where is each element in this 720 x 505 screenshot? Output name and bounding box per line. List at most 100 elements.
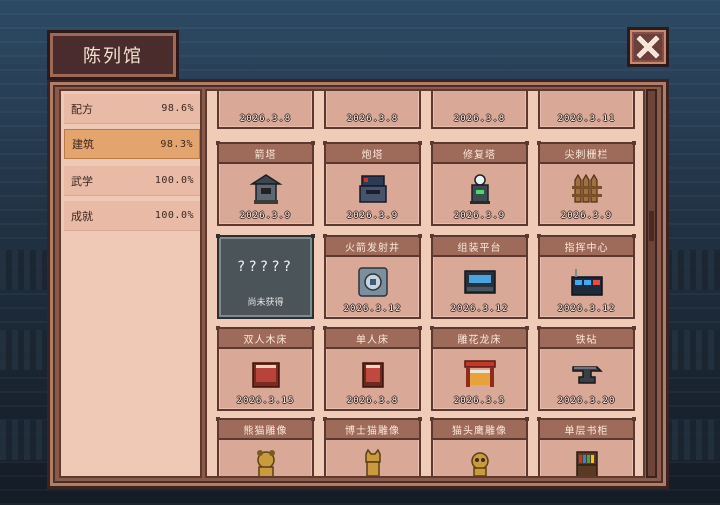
category-percent: 100.0% (154, 175, 194, 186)
card-title: 雕花龙床 (457, 334, 502, 346)
collection-grid: 2026.3.8 2026.3.8 2026.3.8 2026.3.11 箭塔 … (205, 89, 645, 478)
doctor-cat-statue-icon (364, 448, 381, 476)
card-header: 博士猫雕像 (326, 420, 419, 440)
card-date: 2026.3.12 (450, 304, 509, 314)
arrow-tower-icon (248, 174, 283, 204)
card-title: 铁砧 (575, 334, 598, 346)
collection-card[interactable]: 单层书柜 (537, 417, 636, 476)
card-header: 修复塔 (433, 144, 526, 164)
card-header: 组装平台 (433, 237, 526, 257)
card-title: 单层书柜 (564, 425, 609, 437)
card-header: 单层书柜 (540, 420, 633, 440)
collection-card[interactable]: 组装平台 2026.3.12 (430, 234, 529, 319)
card-date: 2026.3.8 (346, 114, 399, 124)
card-header: 猫头鹰雕像 (433, 420, 526, 440)
collection-card[interactable]: 指挥中心 2026.3.12 (537, 234, 636, 319)
card-header: 雕花龙床 (433, 329, 526, 349)
card-header: 尖刺栅栏 (540, 144, 633, 164)
card-title: 博士猫雕像 (345, 425, 400, 437)
window-title: 陈列馆 (83, 46, 143, 67)
grid-scrollbar[interactable] (646, 89, 657, 478)
card-date: 2026.3.12 (343, 304, 402, 314)
category-label: 成就 (71, 209, 93, 223)
category-label: 建筑 (72, 138, 94, 151)
collection-card[interactable]: 雕花龙床 2026.3.5 (430, 326, 529, 411)
category-label: 武学 (71, 174, 93, 188)
dragon-bed-icon (463, 360, 496, 387)
card-date: 2026.3.9 (453, 211, 506, 221)
collection-card[interactable]: 2026.3.11 (538, 91, 635, 129)
category-label: 配方 (71, 102, 93, 116)
category-achievements[interactable]: 成就 100.0% (64, 201, 200, 231)
card-header: 指挥中心 (540, 237, 633, 257)
window-title-tab: 陈列馆 (47, 30, 179, 80)
category-recipes[interactable]: 配方 98.6% (64, 94, 200, 124)
double-wood-bed-icon (251, 362, 280, 388)
collection-card[interactable]: 单人床 2026.3.8 (323, 326, 422, 411)
locked-status: 尚未获得 (247, 298, 284, 308)
collection-card[interactable]: 尖刺栅栏 2026.3.9 (537, 141, 636, 226)
collection-card[interactable]: 双人木床 2026.3.15 (216, 326, 315, 411)
card-title: 单人床 (356, 334, 389, 346)
collection-card[interactable]: 2026.3.8 (217, 91, 314, 129)
close-button[interactable] (627, 27, 669, 67)
panda-statue-icon (256, 450, 275, 476)
card-title: 双人木床 (243, 334, 288, 346)
collection-card[interactable]: 熊猫雕像 (216, 417, 315, 476)
category-sidebar: 配方 98.6% 建筑 98.3% 武学 100.0% 成就 100.0% (59, 89, 202, 478)
owl-statue-icon (470, 452, 489, 476)
card-title: 火箭发射井 (345, 242, 400, 254)
card-date: 2026.3.20 (557, 396, 616, 406)
collection-card[interactable]: 箭塔 2026.3.9 (216, 141, 315, 226)
card-title: 指挥中心 (564, 242, 609, 254)
collection-card[interactable]: 2026.3.8 (324, 91, 421, 129)
card-title: 组装平台 (457, 242, 502, 254)
category-buildings[interactable]: 建筑 98.3% (64, 129, 200, 159)
cannon-tower-icon (358, 175, 387, 203)
category-percent: 100.0% (154, 210, 194, 221)
card-header: 铁砧 (540, 329, 633, 349)
collection-card[interactable]: 猫头鹰雕像 (430, 417, 529, 476)
card-header: 单人床 (326, 329, 419, 349)
card-date: 2026.3.8 (239, 114, 292, 124)
card-date: 2026.3.9 (239, 211, 292, 221)
anvil-icon (571, 366, 603, 384)
collection-card[interactable]: 2026.3.8 (431, 91, 528, 129)
locked-title: ????? (236, 259, 295, 275)
card-header: 箭塔 (219, 144, 312, 164)
card-title: 猫头鹰雕像 (452, 425, 507, 437)
card-date: 2026.3.11 (557, 114, 616, 124)
card-header: 双人木床 (219, 329, 312, 349)
card-header: 熊猫雕像 (219, 420, 312, 440)
scrollbar-thumb[interactable] (649, 211, 654, 241)
collection-card[interactable]: 博士猫雕像 (323, 417, 422, 476)
card-header: 炮塔 (326, 144, 419, 164)
card-header: 火箭发射井 (326, 237, 419, 257)
spike-fence-icon (571, 173, 602, 203)
card-title: 修复塔 (463, 149, 496, 161)
card-date: 2026.3.8 (453, 114, 506, 124)
card-date: 2026.3.8 (346, 396, 399, 406)
single-bed-icon (361, 362, 384, 388)
collection-card[interactable]: 炮塔 2026.3.9 (323, 141, 422, 226)
card-date: 2026.3.5 (453, 396, 506, 406)
collection-card[interactable]: 火箭发射井 2026.3.12 (323, 234, 422, 319)
rocket-silo-icon (357, 267, 388, 297)
bookshelf-icon (575, 451, 598, 476)
collection-card[interactable]: 修复塔 2026.3.9 (430, 141, 529, 226)
card-title: 箭塔 (254, 149, 277, 161)
category-percent: 98.6% (161, 103, 194, 114)
close-icon (636, 35, 660, 59)
card-title: 炮塔 (361, 149, 384, 161)
assembly-platform-icon (463, 270, 496, 294)
card-date: 2026.3.9 (346, 211, 399, 221)
command-center-icon (570, 269, 603, 296)
repair-tower-icon (469, 174, 490, 204)
category-martial-arts[interactable]: 武学 100.0% (64, 166, 200, 196)
locked-card[interactable]: ????? 尚未获得 (216, 234, 315, 319)
collection-card[interactable]: 铁砧 2026.3.20 (537, 326, 636, 411)
card-title: 熊猫雕像 (243, 425, 288, 437)
card-date: 2026.3.15 (236, 396, 295, 406)
card-date: 2026.3.12 (557, 304, 616, 314)
category-percent: 98.3% (160, 138, 193, 150)
